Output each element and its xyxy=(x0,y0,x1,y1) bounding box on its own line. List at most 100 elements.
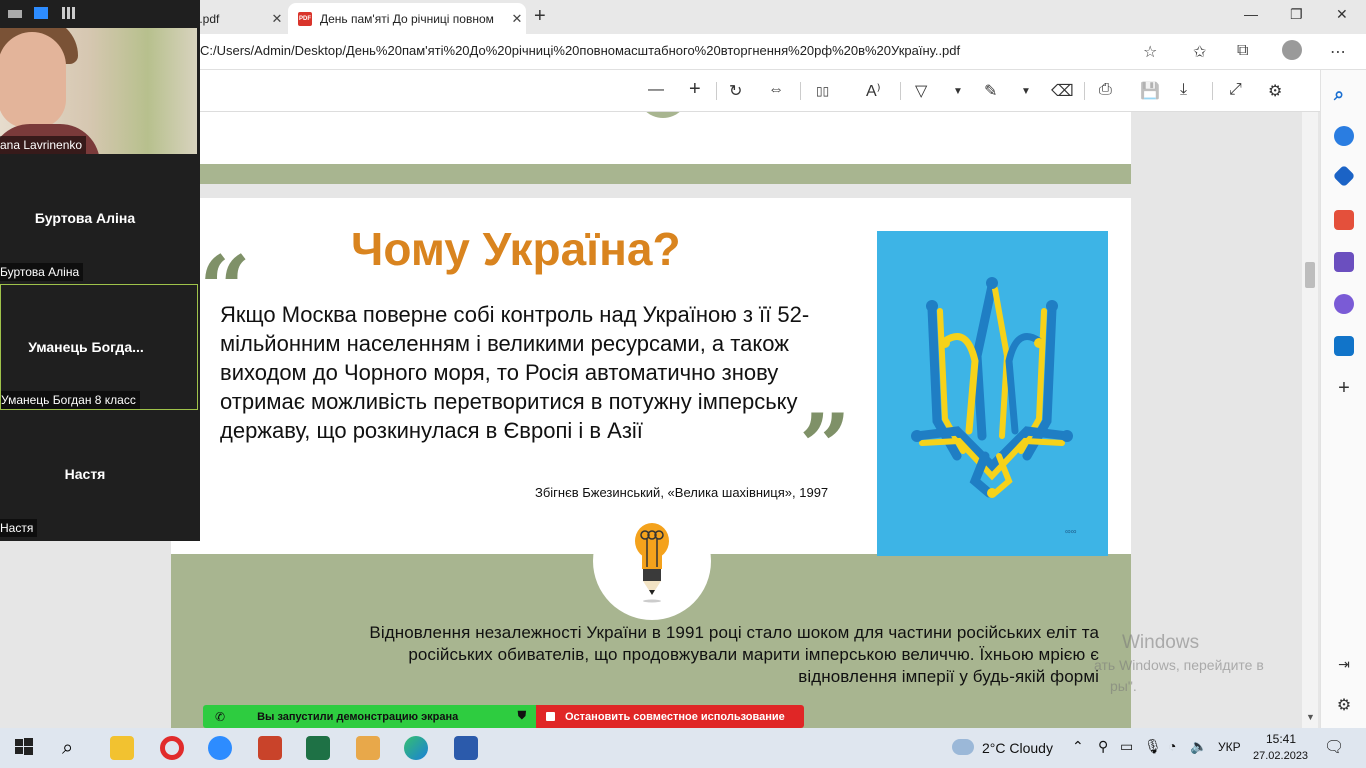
zoom-panel-header xyxy=(0,0,200,28)
participant-video[interactable]: ana Lavrinenko xyxy=(0,28,197,154)
participant-tile[interactable]: Буртова Аліна Буртова Аліна xyxy=(0,156,198,282)
participant-name-tag: Буртова Аліна xyxy=(0,263,84,281)
toolbar-divider xyxy=(1212,82,1213,100)
scrollbar-track[interactable]: ▼ xyxy=(1302,112,1318,728)
participant-name-tag: ana Lavrinenko xyxy=(0,136,87,154)
tab-previous-pdf[interactable]: ı.pdf ✕ xyxy=(196,3,286,34)
share-status-label: Вы запустили демонстрацию экрана xyxy=(257,710,459,723)
zoom-out-button[interactable]: — xyxy=(648,81,664,99)
sidebar-collapse-icon[interactable]: ⇥ xyxy=(1334,654,1354,674)
tab-close-icon[interactable]: ✕ xyxy=(268,11,286,27)
shopping-tag-icon[interactable] xyxy=(1332,164,1356,188)
highlight-options-chevron-icon[interactable]: ▼ xyxy=(953,86,963,97)
word-icon[interactable] xyxy=(454,736,478,760)
page-heading: Чому Україна? xyxy=(351,223,681,275)
phone-icon: ✆ xyxy=(215,709,226,724)
outlook-icon[interactable] xyxy=(1334,336,1354,356)
erase-button[interactable]: ⌫ xyxy=(1051,81,1074,101)
activation-watermark-text: ать Windows, перейдите в xyxy=(1094,657,1264,673)
save-button[interactable]: 💾 xyxy=(1140,81,1160,101)
independence-paragraph: Відновлення незалежності України в 1991 … xyxy=(369,623,1099,686)
share-status[interactable]: ✆ Вы запустили демонстрацию экрана ⛊ xyxy=(203,705,536,728)
stop-sharing-button[interactable]: Остановить совместное использование xyxy=(536,705,804,728)
new-tab-button[interactable]: + xyxy=(534,5,546,28)
bing-chat-icon[interactable] xyxy=(1334,126,1354,146)
speaker-view-icon[interactable] xyxy=(34,7,48,19)
tab-close-icon[interactable]: ✕ xyxy=(508,11,526,27)
minimize-video-icon[interactable] xyxy=(8,10,22,18)
tab-active-pdf[interactable]: PDF День пам'яті До річниці повном ✕ xyxy=(288,3,526,34)
participant-tile-active-speaker[interactable]: Уманець Богда... Уманець Богдан 8 класс xyxy=(0,284,198,410)
close-quote-mark: ” xyxy=(799,394,851,500)
battery-icon[interactable]: ▭ xyxy=(1120,738,1133,755)
decorative-circle xyxy=(637,112,689,118)
toolbar-divider xyxy=(900,82,901,100)
add-sidebar-app-icon[interactable]: + xyxy=(1334,378,1354,398)
weather-text[interactable]: 2°C Cloudy xyxy=(982,740,1053,756)
browser-tab-bar: ı.pdf ✕ PDF День пам'яті До річниці повн… xyxy=(0,0,1366,34)
pdf-page-current: Чому Україна? “ Якщо Москва поверне собі… xyxy=(171,198,1131,728)
excel-icon[interactable] xyxy=(306,736,330,760)
trident-icon xyxy=(911,277,1073,498)
close-window-button[interactable]: ✕ xyxy=(1336,6,1348,23)
trident-poster-image: ∞∞ xyxy=(877,231,1108,556)
wifi-icon[interactable]: ◔ xyxy=(1168,738,1176,754)
search-icon[interactable]: ⌕ xyxy=(62,736,86,760)
rotate-button[interactable]: ↻ xyxy=(729,81,742,101)
more-menu-icon[interactable]: ⋯ xyxy=(1330,42,1346,62)
office-icon[interactable] xyxy=(1334,294,1354,314)
add-favorite-icon[interactable]: ☆ xyxy=(1143,42,1157,62)
clock-date[interactable]: 27.02.2023 xyxy=(1253,750,1308,762)
games-icon[interactable] xyxy=(1334,252,1354,272)
edge-browser-icon[interactable] xyxy=(404,736,428,760)
quote-attribution: Збігнєв Бжезинський, «Велика шахівниця»,… xyxy=(535,485,829,500)
show-hidden-icons-chevron-icon[interactable]: ⌃ xyxy=(1072,738,1084,755)
collections-icon[interactable]: ⧉ xyxy=(1237,42,1248,60)
favorites-icon[interactable]: ✩ xyxy=(1193,42,1206,62)
tools-icon[interactable] xyxy=(1334,210,1354,230)
read-aloud-button[interactable]: A⁾ xyxy=(866,81,881,101)
participant-name-tag: Уманець Богдан 8 класс xyxy=(1,391,140,409)
file-explorer-icon[interactable] xyxy=(110,736,134,760)
zoom-in-button[interactable]: + xyxy=(689,78,701,101)
minimize-button[interactable]: — xyxy=(1244,6,1258,22)
search-icon[interactable]: ⌕ xyxy=(1334,84,1354,104)
opera-icon[interactable] xyxy=(160,736,184,760)
clock-time[interactable]: 15:41 xyxy=(1266,732,1296,746)
poster-signature: ∞∞ xyxy=(1065,527,1077,536)
print-button[interactable]: ⎙ xyxy=(1099,81,1112,99)
restore-button[interactable]: ❐ xyxy=(1290,6,1303,23)
notifications-icon[interactable]: 🗨 xyxy=(1324,737,1344,757)
microphone-icon[interactable]: 🎙 xyxy=(1144,738,1162,755)
participant-name-tag: Настя xyxy=(0,519,38,537)
url-field[interactable]: C:/Users/Admin/Desktop/День%20пам'яті%20… xyxy=(200,43,960,58)
windows-start-icon[interactable] xyxy=(14,736,38,760)
profile-avatar[interactable] xyxy=(1282,40,1302,60)
gallery-view-icon[interactable] xyxy=(62,7,76,19)
volume-icon[interactable]: 🔈 xyxy=(1190,738,1207,755)
bulb-badge-inner xyxy=(600,509,704,613)
lightbulb-pencil-icon xyxy=(635,523,669,603)
tab-label: ı.pdf xyxy=(196,11,220,26)
draw-button[interactable]: ✎ xyxy=(984,81,997,101)
fit-page-button[interactable]: ⇔ xyxy=(768,81,784,99)
usb-icon[interactable]: ⚲ xyxy=(1098,738,1108,755)
save-as-button[interactable]: ⤓ xyxy=(1180,81,1187,99)
toolbar-divider xyxy=(1084,82,1085,100)
draw-options-chevron-icon[interactable]: ▼ xyxy=(1021,86,1031,97)
participant-name: Буртова Аліна xyxy=(34,210,136,226)
zoom-app-icon[interactable] xyxy=(208,736,232,760)
scrollbar-thumb[interactable] xyxy=(1305,262,1315,288)
highlight-button[interactable]: ▽ xyxy=(915,81,927,101)
fullscreen-button[interactable]: ⤢ xyxy=(1229,81,1242,99)
sidebar-settings-icon[interactable]: ⚙ xyxy=(1334,696,1354,716)
input-language[interactable]: УКР xyxy=(1218,740,1241,754)
pdf-settings-button[interactable]: ⚙ xyxy=(1268,81,1282,101)
participant-tile[interactable]: Настя Настя xyxy=(0,412,198,538)
scroll-down-icon[interactable]: ▼ xyxy=(1306,712,1315,722)
powerpoint-icon[interactable] xyxy=(258,736,282,760)
quote-text: Якщо Москва поверне собі контроль над Ук… xyxy=(220,302,810,443)
address-bar: C:/Users/Admin/Desktop/День%20пам'яті%20… xyxy=(0,34,1366,70)
media-player-icon[interactable] xyxy=(356,736,380,760)
page-view-button[interactable]: ▯▯ xyxy=(816,84,829,98)
